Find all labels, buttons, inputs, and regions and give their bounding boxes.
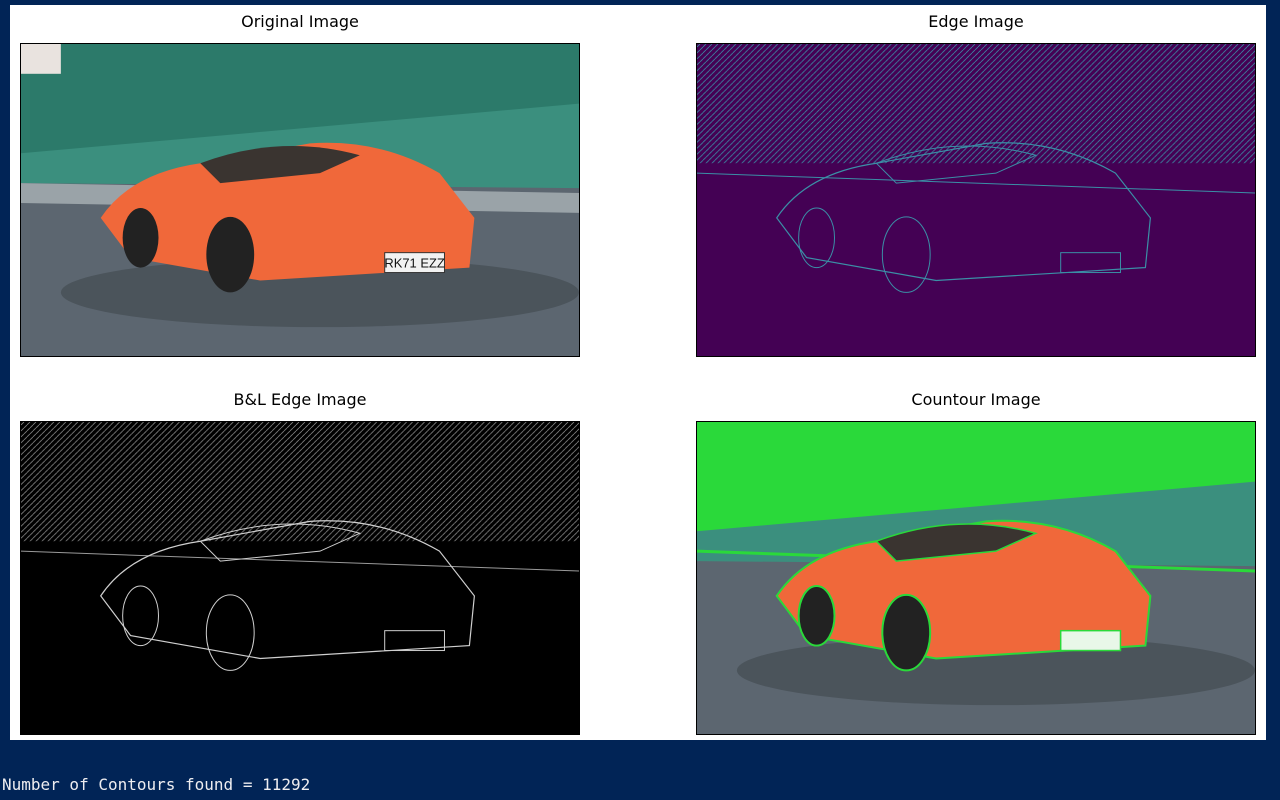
bw-edge-photo-icon bbox=[21, 422, 579, 734]
edge-photo-icon bbox=[697, 44, 1255, 356]
bl-edge-image bbox=[20, 421, 580, 735]
car-photo-icon: RK71 EZZ bbox=[21, 44, 579, 356]
panel-title-original: Original Image bbox=[241, 12, 359, 31]
edge-image bbox=[696, 43, 1256, 357]
original-image: RK71 EZZ bbox=[20, 43, 580, 357]
panel-title-contour: Countour Image bbox=[911, 390, 1041, 409]
panel-title-edge: Edge Image bbox=[928, 12, 1024, 31]
panel-title-bl-edge: B&L Edge Image bbox=[233, 390, 367, 409]
matplotlib-figure: Original Image RK71 EZZ Edge Image B&L E… bbox=[10, 5, 1266, 740]
console-output: Number of Contours found = 11292 bbox=[2, 775, 311, 794]
plate-text: RK71 EZZ bbox=[384, 256, 445, 271]
contour-image bbox=[696, 421, 1256, 735]
contour-photo-icon bbox=[697, 422, 1255, 734]
